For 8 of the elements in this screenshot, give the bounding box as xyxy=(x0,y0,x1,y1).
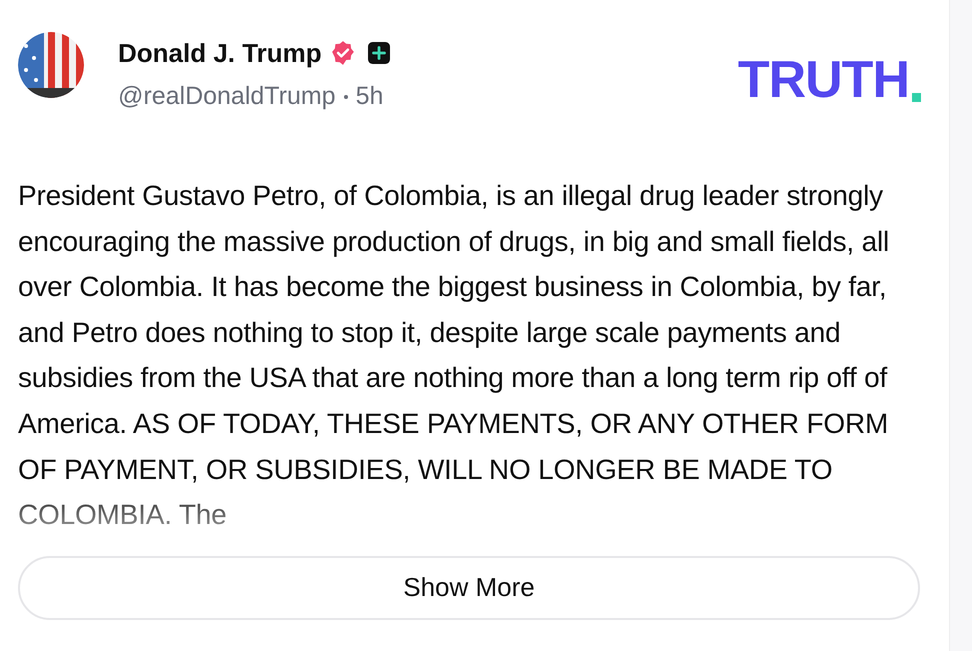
post-time: 5h xyxy=(356,82,384,111)
author-handle[interactable]: @realDonaldTrump xyxy=(118,82,336,111)
author-name[interactable]: Donald J. Trump xyxy=(118,38,322,68)
show-more-button[interactable]: Show More xyxy=(18,556,920,620)
post-text: President Gustavo Petro, of Colombia, is an illegal drug leader strongly encouraging the massive production of drugs, in big and small fields, all over Colombia. It has become the biggest business in Colombia, by far, and Petro does nothing to stop it, despite large scale payments and subsidies from the USA that are nothing more than a long term rip off of America. AS OF TODAY, THESE PAYMENTS, OR ANY OTHER FORM OF PAYMENT, OR SUBSIDIES, WILL NO LONGER BE MADE TO COLOMBIA. The xyxy=(18,179,890,532)
logo-text: TRUTH xyxy=(738,54,909,106)
separator-dot-icon xyxy=(344,94,348,98)
plus-icon xyxy=(368,42,390,64)
